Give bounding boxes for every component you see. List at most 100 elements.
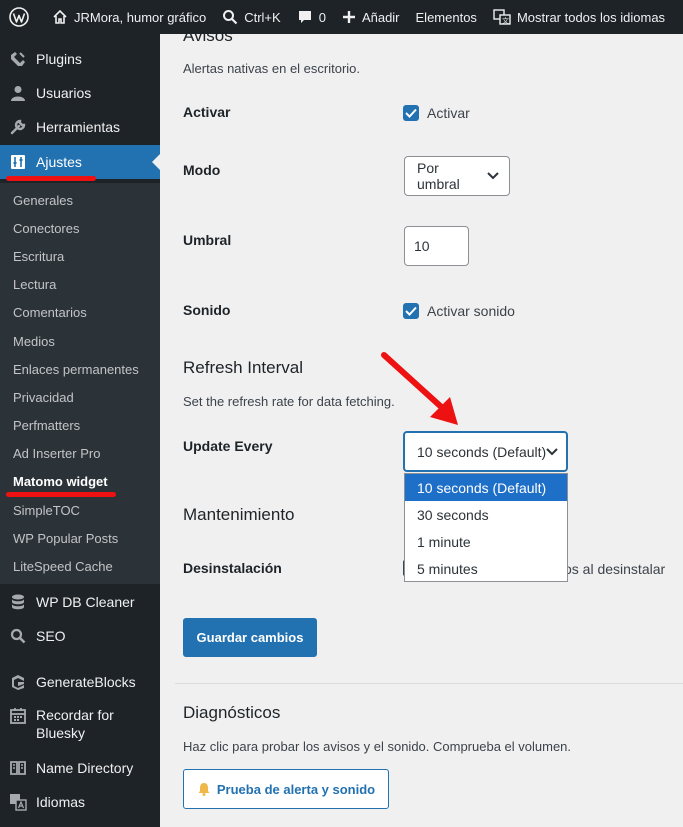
avisos-heading: Avisos xyxy=(183,34,233,45)
translation-icon: 文 xyxy=(493,9,511,25)
search-icon xyxy=(10,628,26,644)
dropdown-option[interactable]: 10 seconds (Default) xyxy=(405,474,567,501)
submenu-item[interactable]: Ad Inserter Pro xyxy=(13,446,100,461)
desinstalacion-label: Desinstalación xyxy=(183,560,282,576)
annotation-arrow-icon xyxy=(381,352,458,425)
settings-submenu: Generales Conectores Escritura Lectura C… xyxy=(0,183,160,584)
submenu-item[interactable]: Comentarios xyxy=(13,305,87,320)
umbral-input-value: 10 xyxy=(414,238,430,254)
bell-icon xyxy=(198,783,210,796)
submenu-item[interactable]: Enlaces permanentes xyxy=(13,362,139,377)
menu-wp-db-cleaner[interactable]: WP DB Cleaner xyxy=(0,585,160,619)
dropdown-option[interactable]: 1 minute xyxy=(405,528,567,555)
submenu-item-current[interactable]: Matomo widget xyxy=(13,474,108,489)
home-icon xyxy=(53,9,67,24)
modo-select-value: Por umbral xyxy=(417,160,460,192)
annotation-underline-ajustes xyxy=(6,176,96,181)
checkmark-icon xyxy=(405,306,417,316)
search-icon xyxy=(223,10,238,25)
menu-languages[interactable]: Idiomas xyxy=(0,785,160,819)
refresh-heading: Refresh Interval xyxy=(183,358,303,377)
mantenimiento-heading: Mantenimiento xyxy=(183,505,295,524)
diagnosticos-description: Haz clic para probar los avisos y el son… xyxy=(183,739,572,754)
menu-plugins[interactable]: Plugins xyxy=(0,42,160,76)
checkmark-icon xyxy=(405,108,417,118)
menu-name-directory[interactable]: Name Directory xyxy=(0,751,160,785)
command-palette-button[interactable]: Ctrl+K xyxy=(214,0,288,34)
calendar-icon xyxy=(10,708,26,724)
admin-sidebar: Plugins Usuarios Herramientas Ajustes Ge… xyxy=(0,34,160,827)
menu-bluesky-label: Recordar for Bluesky xyxy=(36,707,114,741)
submenu-item[interactable]: WP Popular Posts xyxy=(13,531,118,546)
menu-users[interactable]: Usuarios xyxy=(0,76,160,110)
submenu-item[interactable]: Medios xyxy=(13,334,55,349)
svg-text:文: 文 xyxy=(502,16,509,25)
menu-settings-label: Ajustes xyxy=(36,154,82,170)
submenu-item[interactable]: SimpleTOC xyxy=(13,503,80,518)
add-new-label: Añadir xyxy=(361,9,400,25)
wrench-icon xyxy=(10,119,26,135)
menu-tools-label: Herramientas xyxy=(36,119,121,135)
submenu-item[interactable]: LiteSpeed Cache xyxy=(13,559,113,574)
users-icon xyxy=(11,86,25,101)
refresh-description: Set the refresh rate for data fetching. xyxy=(183,394,395,409)
test-alert-button[interactable]: Prueba de alerta y sonido xyxy=(183,769,389,809)
menu-plugins-label: Plugins xyxy=(36,51,82,67)
chevron-down-icon xyxy=(546,447,558,455)
diagnosticos-heading: Diagnósticos xyxy=(183,703,281,722)
wordpress-logo-icon[interactable] xyxy=(0,0,44,34)
umbral-input[interactable]: 10 xyxy=(404,226,469,266)
annotation-underline-matomo xyxy=(6,492,116,497)
menu-tools[interactable]: Herramientas xyxy=(0,110,160,144)
add-new-link[interactable]: Añadir xyxy=(334,0,408,34)
menu-generateblocks-label: GenerateBlocks xyxy=(36,674,136,690)
chevron-down-icon xyxy=(487,172,499,180)
submenu-item[interactable]: Generales xyxy=(13,193,73,208)
sonido-label: Sonido xyxy=(183,302,231,318)
site-name-link[interactable]: JRMora, humor gráfico xyxy=(44,0,214,34)
menu-seo-label: SEO xyxy=(36,628,66,644)
menu-seo[interactable]: SEO xyxy=(0,619,160,653)
activar-label: Activar xyxy=(183,104,231,120)
database-icon xyxy=(12,594,24,610)
umbral-label: Umbral xyxy=(183,232,232,248)
submenu-item[interactable]: Conectores xyxy=(13,221,79,236)
save-changes-button[interactable]: Guardar cambios xyxy=(183,618,317,657)
modo-label: Modo xyxy=(183,162,221,178)
languages-label: Mostrar todos los idiomas xyxy=(516,9,666,25)
submenu-item[interactable]: Privacidad xyxy=(13,390,74,405)
desinstalacion-checkbox-label: os al desinstalar xyxy=(564,561,666,577)
site-name: JRMora, humor gráfico xyxy=(74,9,207,25)
elements-link[interactable]: Elementos xyxy=(408,0,485,34)
dropdown-option[interactable]: 30 seconds xyxy=(405,501,567,528)
menu-bluesky[interactable]: Recordar for Bluesky xyxy=(0,706,160,744)
plus-icon xyxy=(342,11,355,23)
submenu-item[interactable]: Escritura xyxy=(13,249,64,264)
activar-checkbox[interactable] xyxy=(403,105,419,121)
avisos-description: Alertas nativas en el escritorio. xyxy=(183,61,361,76)
activar-checkbox-label: Activar xyxy=(427,105,470,121)
shortcut-label: Ctrl+K xyxy=(244,9,281,25)
sonido-checkbox-label: Activar sonido xyxy=(427,303,515,319)
sonido-checkbox[interactable] xyxy=(403,303,419,319)
update-every-select[interactable]: 10 seconds (Default) xyxy=(403,431,568,472)
comments-link[interactable]: 0 xyxy=(289,0,334,34)
update-every-label: Update Every xyxy=(183,438,273,454)
save-changes-label: Guardar cambios xyxy=(196,630,304,645)
modo-select[interactable]: Por umbral xyxy=(404,156,510,196)
submenu-item[interactable]: Lectura xyxy=(13,277,56,292)
menu-languages-label: Idiomas xyxy=(36,794,86,810)
submenu-item[interactable]: Perfmatters xyxy=(13,418,80,433)
menu-name-directory-label: Name Directory xyxy=(36,760,134,776)
menu-settings[interactable]: Ajustes xyxy=(0,145,160,179)
admin-bar: JRMora, humor gráfico Ctrl+K 0 Añadir El… xyxy=(0,0,683,34)
comments-count: 0 xyxy=(318,9,326,25)
section-divider xyxy=(175,683,683,684)
update-every-dropdown: 10 seconds (Default) 30 seconds 1 minute… xyxy=(404,473,568,582)
languages-link[interactable]: 文 Mostrar todos los idiomas xyxy=(485,0,673,34)
update-every-select-value: 10 seconds (Default) xyxy=(417,443,547,460)
book-icon xyxy=(10,761,26,775)
menu-users-label: Usuarios xyxy=(36,85,92,101)
menu-generateblocks[interactable]: GenerateBlocks xyxy=(0,665,160,699)
dropdown-option[interactable]: 5 minutes xyxy=(405,555,567,582)
